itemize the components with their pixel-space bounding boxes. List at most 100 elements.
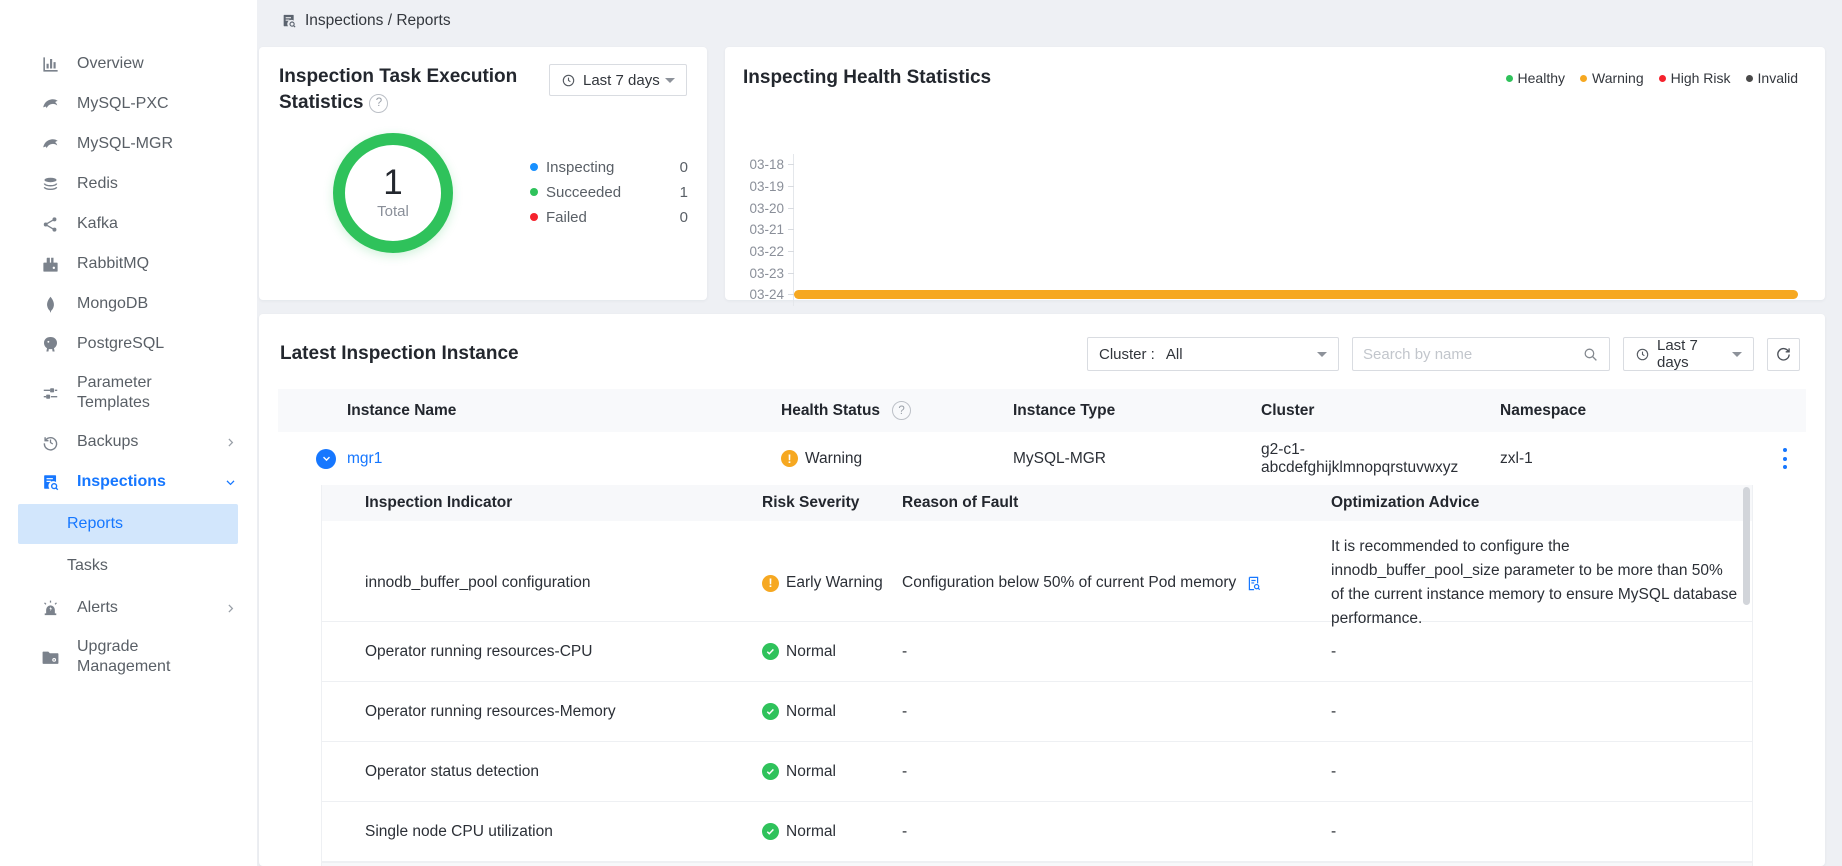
donut-total-value: 1 — [383, 166, 402, 200]
sliders-icon — [41, 384, 60, 403]
caret-down-icon — [665, 78, 675, 83]
inspection-row: Operator status detection Normal - - — [322, 742, 1752, 802]
cluster-filter-value: All — [1166, 346, 1183, 363]
cluster-filter-label: Cluster : — [1099, 346, 1155, 363]
legend-label: Invalid — [1758, 70, 1798, 86]
sidebar-item-parameter-templates[interactable]: Parameter Templates — [0, 364, 257, 422]
sidebar-item-tasks[interactable]: Tasks — [18, 546, 238, 586]
severity-cell: ! Early Warning — [762, 574, 902, 592]
legend-label: High Risk — [1671, 70, 1731, 86]
sidebar-item-label: Backups — [77, 432, 138, 452]
reason-text: Configuration below 50% of current Pod m… — [902, 574, 1236, 592]
severity-text: Normal — [786, 703, 836, 721]
advice-cell: - — [1331, 763, 1752, 781]
col-header-inspection-indicator: Inspection Indicator — [322, 494, 762, 512]
inspection-row: Operator running resources-Memory Normal… — [322, 682, 1752, 742]
instance-name-link[interactable]: mgr1 — [347, 450, 382, 468]
health-chart-legend: Healthy Warning High Risk Invalid — [1506, 70, 1798, 86]
time-range-select[interactable]: Last 7 days — [1623, 337, 1754, 371]
legend-item-succeeded[interactable]: Succeeded 1 — [530, 184, 688, 200]
legend-item-healthy[interactable]: Healthy — [1506, 70, 1565, 86]
next-row-partial — [322, 862, 1752, 866]
legend-item-high-risk[interactable]: High Risk — [1659, 70, 1731, 86]
sidebar-item-label: Kafka — [77, 214, 118, 234]
bar-chart-icon — [41, 55, 60, 74]
inspection-report-icon — [281, 13, 297, 29]
namespace-cell: zxl-1 — [1500, 450, 1738, 468]
search-icon[interactable] — [1582, 346, 1599, 363]
task-card-title-text: Inspection Task Execution Statistics — [279, 66, 517, 113]
reason-cell: Configuration below 50% of current Pod m… — [902, 574, 1331, 592]
collapse-row-button[interactable] — [316, 449, 336, 469]
check-icon — [762, 823, 779, 840]
time-range-select[interactable]: Last 7 days — [549, 64, 687, 96]
sidebar-item-mysql-mgr[interactable]: MySQL-MGR — [0, 124, 257, 164]
reason-cell: - — [902, 703, 1331, 721]
sidebar-item-overview[interactable]: Overview — [0, 44, 257, 84]
instance-type-cell: MySQL-MGR — [1013, 450, 1261, 468]
health-bar-chart: 03-18 03-19 03-20 03-21 03-22 03-23 03-2… — [743, 154, 1798, 306]
sidebar-item-reports[interactable]: Reports — [18, 504, 238, 544]
sidebar-item-alerts[interactable]: Alerts — [0, 588, 257, 628]
breadcrumb[interactable]: Inspections / Reports — [281, 9, 451, 33]
advice-cell: It is recommended to configure the innod… — [1331, 521, 1752, 645]
severity-text: Normal — [786, 823, 836, 841]
donut-chart: 1 Total — [333, 133, 453, 253]
kebab-menu-icon[interactable] — [1764, 442, 1806, 475]
network-icon — [41, 215, 60, 234]
sidebar-item-kafka[interactable]: Kafka — [0, 204, 257, 244]
sidebar-item-postgresql[interactable]: PostgreSQL — [0, 324, 257, 364]
instance-name-cell: mgr1 — [278, 432, 781, 485]
legend-item-failed[interactable]: Failed 0 — [530, 209, 688, 225]
task-card-title: Inspection Task Execution Statistics? — [279, 64, 549, 116]
chart-row: 03-24 — [794, 284, 1798, 306]
sidebar-item-label: Parameter Templates — [77, 373, 227, 413]
sidebar: Overview MySQL-PXC MySQL-MGR Redis Kafka… — [0, 0, 257, 866]
sidebar-item-mongodb[interactable]: MongoDB — [0, 284, 257, 324]
time-range-value: Last 7 days — [583, 72, 660, 89]
sidebar-item-rabbitmq[interactable]: RabbitMQ — [0, 244, 257, 284]
latest-card-header: Latest Inspection Instance Cluster : All… — [259, 314, 1825, 374]
search-box — [1352, 337, 1610, 371]
report-doc-icon[interactable] — [1245, 575, 1262, 592]
help-icon[interactable]: ? — [369, 94, 388, 113]
task-card-header: Inspection Task Execution Statistics? La… — [259, 47, 707, 116]
dolphin-icon — [41, 95, 60, 114]
indicator-cell: Operator status detection — [322, 763, 762, 781]
health-card-header: Inspecting Health Statistics Healthy War… — [725, 47, 1825, 91]
legend-item-invalid[interactable]: Invalid — [1746, 70, 1798, 86]
chevron-down-icon — [224, 476, 237, 489]
sidebar-item-upgrade-management[interactable]: Upgrade Management — [0, 628, 257, 686]
chart-row: 03-19 — [794, 176, 1798, 198]
cluster-filter-select[interactable]: Cluster : All — [1087, 337, 1339, 371]
warning-bar-03-24[interactable] — [794, 290, 1798, 299]
sidebar-item-inspections[interactable]: Inspections — [0, 462, 257, 502]
legend-item-inspecting[interactable]: Inspecting 0 — [530, 159, 688, 175]
inspection-row: Single node CPU utilization Normal - - — [322, 802, 1752, 862]
sidebar-item-label: MySQL-PXC — [77, 94, 169, 114]
y-axis-label: 03-22 — [744, 244, 784, 259]
refresh-button[interactable] — [1767, 338, 1800, 371]
scrollbar-thumb[interactable] — [1743, 487, 1750, 605]
help-icon[interactable]: ? — [892, 401, 911, 420]
legend-dot-failed — [530, 213, 538, 221]
sidebar-item-label: MongoDB — [77, 294, 148, 314]
health-stats-card: Inspecting Health Statistics Healthy War… — [725, 47, 1825, 300]
sidebar-item-label: PostgreSQL — [77, 334, 164, 354]
search-input[interactable] — [1353, 346, 1582, 363]
severity-cell: Normal — [762, 703, 902, 721]
layers-icon — [41, 175, 60, 194]
chevron-right-icon — [224, 436, 237, 449]
y-axis-label: 03-19 — [744, 179, 784, 194]
latest-instances-card: Latest Inspection Instance Cluster : All… — [259, 314, 1825, 866]
rabbitmq-icon — [41, 255, 60, 274]
legend-item-warning[interactable]: Warning — [1580, 70, 1644, 86]
chart-row: 03-22 — [794, 241, 1798, 263]
indicator-cell: Operator running resources-Memory — [322, 703, 762, 721]
legend-dot-invalid — [1746, 75, 1753, 82]
col-header-health-status: Health Status? — [781, 401, 1013, 420]
restore-icon — [41, 433, 60, 452]
sidebar-item-backups[interactable]: Backups — [0, 422, 257, 462]
sidebar-item-redis[interactable]: Redis — [0, 164, 257, 204]
sidebar-item-mysql-pxc[interactable]: MySQL-PXC — [0, 84, 257, 124]
